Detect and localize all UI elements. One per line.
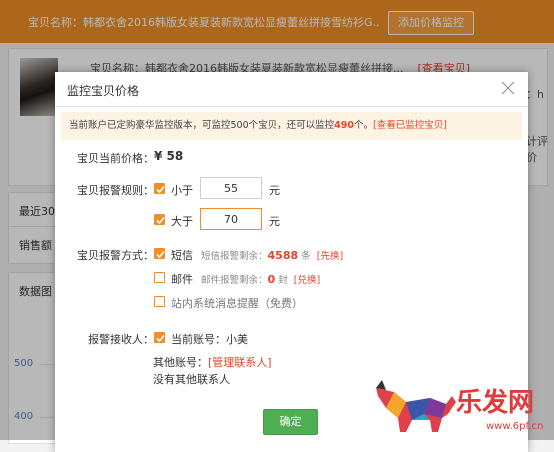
sms-remain-count: 4588 xyxy=(267,249,299,262)
dialog-title: 监控宝贝价格 xyxy=(67,84,140,98)
notice-text: 当前账户已定购豪华监控版本，可监控500个宝贝，还可以监控 xyxy=(69,120,335,131)
site-message-checkbox[interactable] xyxy=(154,296,165,307)
current-account-checkbox[interactable] xyxy=(154,332,165,343)
sms-unit: 条 xyxy=(301,251,311,262)
greater-than-label: 大于 xyxy=(171,215,193,228)
current-price-label: 宝贝当前价格： xyxy=(77,152,154,165)
remaining-count: 490 xyxy=(334,120,354,131)
check-icon xyxy=(156,185,165,194)
unit-label: 元 xyxy=(269,215,280,228)
email-exchange-link[interactable]: [兑换] xyxy=(294,275,320,286)
email-quota: 邮件报警剩余：0 封 [兑换] xyxy=(201,272,320,286)
less-than-checkbox[interactable] xyxy=(154,183,165,194)
alert-method-label: 宝贝报警方式： xyxy=(77,249,154,262)
email-remain-label: 邮件报警剩余： xyxy=(201,275,268,286)
watermark-text: 乐发网 xyxy=(456,388,535,418)
email-unit: 封 xyxy=(278,275,288,286)
check-icon xyxy=(156,334,165,343)
current-price-value: ¥ 58 xyxy=(154,149,183,163)
less-than-label: 小于 xyxy=(171,184,193,197)
greater-than-checkbox[interactable] xyxy=(154,214,165,225)
site-message-label: 站内系统消息提醒（免费） xyxy=(171,297,303,310)
confirm-button[interactable]: 确定 xyxy=(263,409,318,435)
dialog-header: 监控宝贝价格 xyxy=(55,72,528,107)
greater-than-input[interactable] xyxy=(200,208,262,230)
other-account-row: 其他账号：[管理联系人] xyxy=(153,354,272,370)
unit-label: 元 xyxy=(269,184,280,197)
sms-exchange-link[interactable]: [先换] xyxy=(317,251,343,262)
notice-text-suffix: 个。 xyxy=(353,120,373,131)
watermark-url: www.6pf.cn xyxy=(486,421,544,432)
check-icon xyxy=(156,216,165,225)
less-than-input[interactable] xyxy=(200,177,262,199)
email-label: 邮件 xyxy=(171,273,193,286)
price-number: 58 xyxy=(166,149,184,163)
close-icon[interactable] xyxy=(500,80,516,96)
check-icon xyxy=(156,250,165,259)
sms-label: 短信 xyxy=(171,249,193,262)
view-monitored-link[interactable]: [查看已监控宝贝] xyxy=(373,120,447,131)
sms-checkbox[interactable] xyxy=(154,248,165,259)
sms-quota: 短信报警剩余：4588 条 [先换] xyxy=(201,248,343,262)
sms-remain-label: 短信报警剩余： xyxy=(201,251,268,262)
receiver-label: 报警接收人： xyxy=(88,333,154,346)
alert-rule-label: 宝贝报警规则： xyxy=(77,184,154,197)
other-account-label: 其他账号： xyxy=(153,356,208,369)
manage-contacts-link[interactable]: [管理联系人] xyxy=(208,356,272,369)
no-contacts-text: 没有其他联系人 xyxy=(153,373,230,386)
email-checkbox[interactable] xyxy=(154,272,165,283)
current-account-label: 当前账号：小美 xyxy=(171,333,248,346)
quota-notice: 当前账户已定购豪华监控版本，可监控500个宝贝，还可以监控490个。[查看已监控… xyxy=(61,112,522,140)
bull-logo-icon xyxy=(376,380,456,432)
